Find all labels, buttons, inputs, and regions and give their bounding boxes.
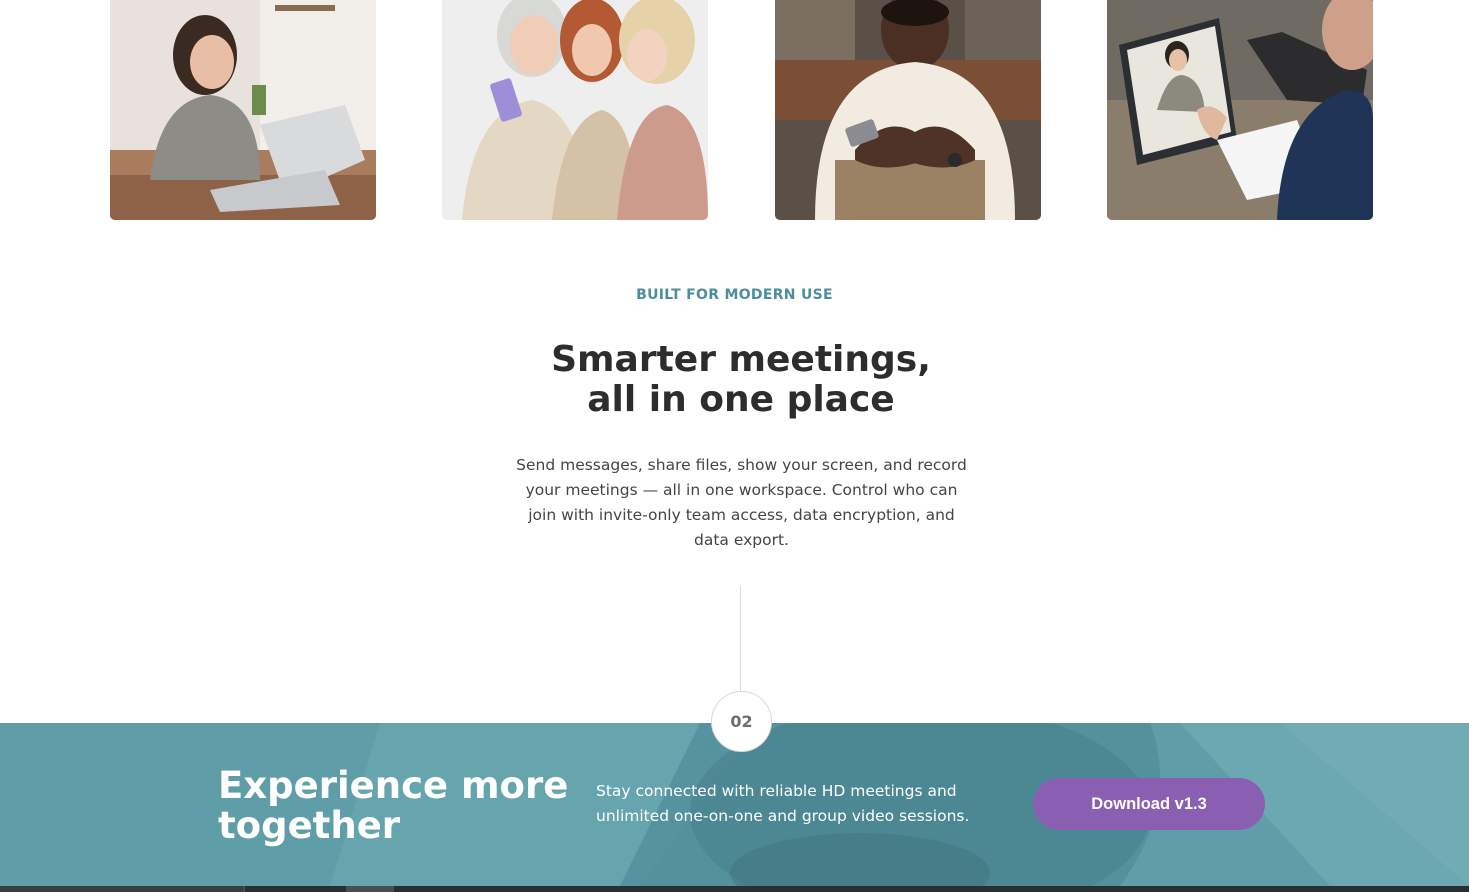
photo-gallery: [0, 0, 1469, 220]
photo-women-phone: [442, 0, 708, 220]
footer-edge-segment: [0, 886, 245, 892]
photo-women-phone-image: [442, 0, 708, 220]
photo-man-smartphone-image: [775, 0, 1041, 220]
headline-line-2: all in one place: [587, 379, 895, 420]
footer-edge: [0, 886, 1469, 892]
footer-edge-segment: [346, 886, 394, 892]
step-connector-line: [740, 586, 741, 692]
banner-title: Experience more together: [218, 764, 569, 847]
section-headline: Smarter meetings, all in one place: [484, 340, 998, 420]
photo-woman-laptop-image: [110, 0, 376, 220]
banner-description: Stay connected with reliable HD meetings…: [596, 782, 970, 825]
headline-line-1: Smarter meetings,: [551, 339, 931, 380]
photo-video-call: [1107, 0, 1373, 220]
section-eyebrow: BUILT FOR MODERN USE: [636, 287, 833, 303]
section-description: Send messages, share files, show your sc…: [516, 456, 967, 549]
photo-man-smartphone: [775, 0, 1041, 220]
step-number-badge: 02: [711, 691, 772, 752]
download-button[interactable]: Download v1.3: [1033, 778, 1265, 830]
photo-woman-laptop: [110, 0, 376, 220]
photo-video-call-image: [1107, 0, 1373, 220]
